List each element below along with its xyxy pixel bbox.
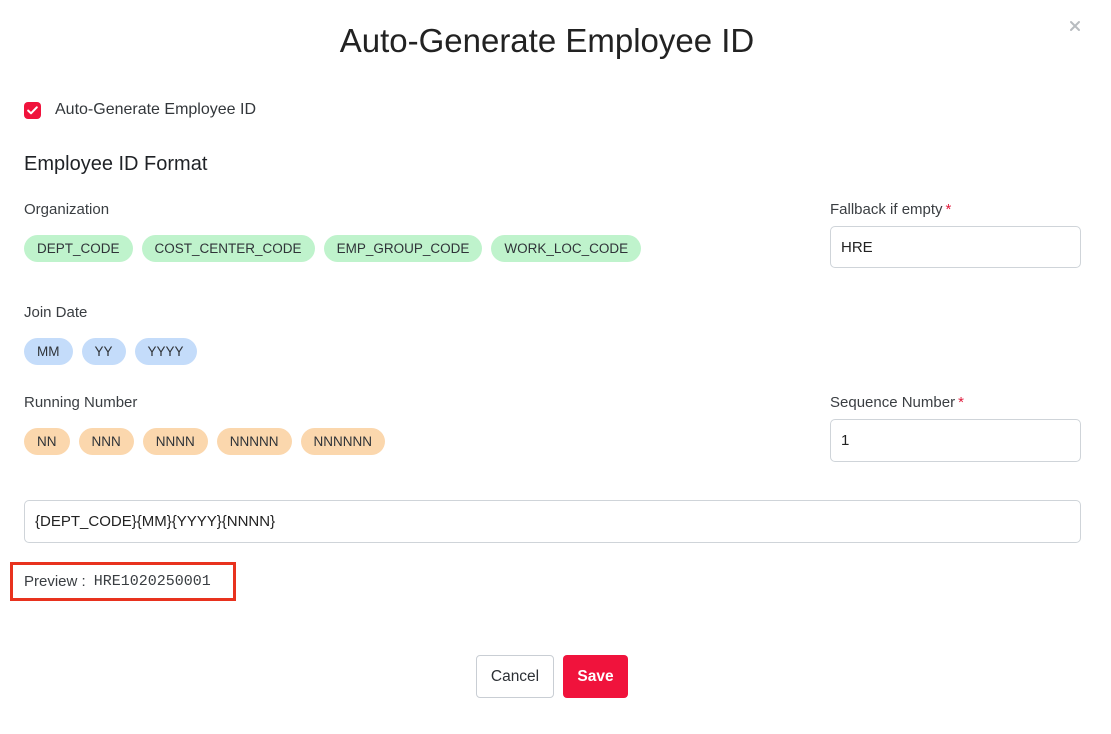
chip-nnnnn[interactable]: NNNNN [216,428,292,455]
running-number-chips: NN NNN NNNN NNNNN NNNNNN [24,428,385,455]
auto-generate-checkbox[interactable] [24,101,41,119]
sequence-label-text: Sequence Number [830,394,956,411]
chip-nnn[interactable]: NNN [78,428,134,455]
format-pattern-input[interactable]: {DEPT_CODE}{MM}{YYYY}{NNNN} [24,500,1081,543]
fallback-label: Fallback if empty * [830,201,951,218]
required-mark: * [945,201,952,218]
chip-work-loc-code[interactable]: WORK_LOC_CODE [491,235,642,262]
preview-label: Preview : [24,573,86,590]
format-pattern-value: {DEPT_CODE}{MM}{YYYY}{NNNN} [35,513,276,530]
auto-generate-label: Auto-Generate Employee ID [55,101,256,118]
chip-nn[interactable]: NN [24,428,70,455]
sequence-value: 1 [841,432,850,449]
fallback-value: HRE [841,238,873,256]
save-button[interactable]: Save [563,655,628,698]
chip-emp-group-code[interactable]: EMP_GROUP_CODE [323,235,483,262]
chip-cost-center-code[interactable]: COST_CENTER_CODE [141,235,315,262]
required-mark: * [958,394,964,411]
organization-chips: DEPT_CODE COST_CENTER_CODE EMP_GROUP_COD… [24,235,642,262]
running-number-label: Running Number [24,394,138,411]
fallback-input[interactable]: HRE [830,226,1081,268]
join-date-label: Join Date [24,304,88,321]
fallback-label-text: Fallback if empty [830,201,943,218]
checkmark-icon [27,105,38,114]
chip-yyyy[interactable]: YYYY [134,338,197,365]
sequence-input[interactable]: 1 [830,419,1081,462]
preview-value: HRE1020250001 [93,573,211,590]
dialog-title: Auto-Generate Employee ID [339,22,755,59]
chip-mm[interactable]: MM [24,338,73,365]
auto-generate-checkbox-row[interactable]: Auto-Generate Employee ID [24,101,256,119]
format-section-title: Employee ID Format [24,153,208,175]
sequence-label: Sequence Number * [830,394,964,411]
organization-label: Organization [24,201,110,218]
chip-nnnn[interactable]: NNNN [142,428,208,455]
chip-nnnnnn[interactable]: NNNNNN [300,428,385,455]
chip-yy[interactable]: YY [81,338,126,365]
join-date-chips: MM YY YYYY [24,338,197,365]
preview-highlight: Preview : HRE1020250001 [10,562,236,601]
cancel-button[interactable]: Cancel [476,655,554,698]
chip-dept-code[interactable]: DEPT_CODE [24,235,133,262]
